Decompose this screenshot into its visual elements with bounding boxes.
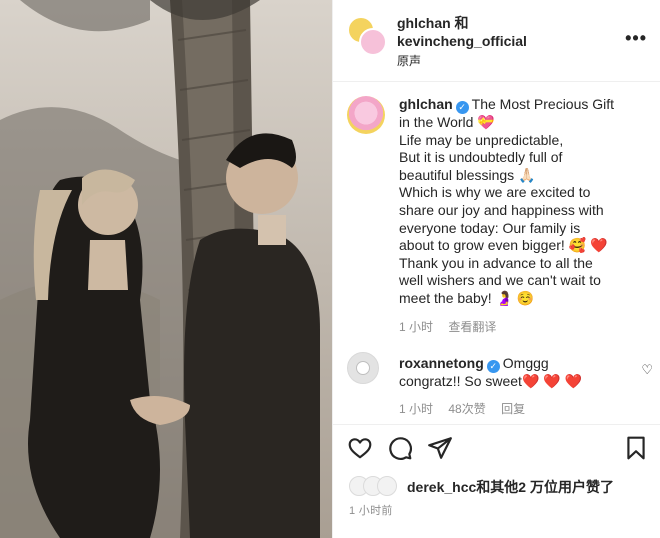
bookmark-icon: [627, 436, 645, 460]
author-line-2[interactable]: kevincheng_official: [397, 32, 527, 50]
reply-button[interactable]: 回复: [501, 402, 525, 416]
caption-line: everyone today: Our family is: [399, 219, 581, 236]
caption-line: share our joy and happiness with: [399, 201, 604, 218]
caption-line: well wishers and we can't wait to: [399, 272, 601, 289]
caption-time[interactable]: 1 小时: [399, 320, 433, 334]
comment-line: congratz!! So sweet❤️ ❤️ ❤️: [399, 373, 583, 389]
share-icon[interactable]: [427, 435, 455, 463]
heart-outline-icon: [348, 438, 372, 459]
caption-meta: 1 小时 查看翻译: [399, 318, 508, 335]
comment-like-icon[interactable]: ♡: [641, 362, 653, 378]
like-icon[interactable]: [347, 435, 375, 463]
verified-badge-icon: ✓: [486, 360, 500, 373]
comment-likes[interactable]: 48次赞: [448, 402, 485, 416]
see-translation-button[interactable]: 查看翻译: [448, 320, 496, 334]
avatar[interactable]: [347, 352, 379, 384]
comment-meta: 1 小时 48次赞 回复: [399, 400, 537, 417]
caption-text: ghlchan ✓ The Most Precious Gift in the Wo…: [399, 96, 649, 308]
audio-label[interactable]: 原声: [397, 52, 421, 69]
paper-plane-icon: [428, 437, 452, 459]
avatar[interactable]: [347, 96, 385, 134]
comment-time[interactable]: 1 小时: [399, 402, 433, 416]
collab-avatars[interactable]: [347, 16, 387, 56]
caption-line: meet the baby! 🤰 ☺️: [399, 289, 535, 306]
caption-line: Which is why we are excited to: [399, 184, 591, 201]
avatar[interactable]: [359, 28, 387, 56]
post-time[interactable]: 1 小时前: [349, 502, 393, 518]
post-side-panel: ghlchan 和 kevincheng_official 原声 ••• ghl…: [332, 0, 660, 538]
comment-line: Omggg: [502, 355, 549, 371]
comment-icon[interactable]: [387, 435, 415, 463]
caption-line: Life may be unpredictable,: [399, 131, 564, 148]
caption-line: about to grow even bigger! 🥰 ❤️: [399, 237, 608, 254]
author-line-1[interactable]: ghlchan 和: [397, 14, 527, 32]
comment-username[interactable]: roxannetong: [399, 355, 484, 371]
post-photo[interactable]: [0, 0, 332, 538]
comment-bubble-icon: [389, 437, 412, 460]
save-icon[interactable]: [623, 435, 651, 463]
caption-line: Thank you in advance to all the: [399, 254, 593, 271]
post-header: ghlchan 和 kevincheng_official 原声 •••: [333, 0, 660, 82]
verified-badge-icon: ✓: [455, 101, 469, 114]
comment-text: roxannetong ✓ Omggg congratz!! So sweet❤️ …: [399, 355, 629, 391]
likes-text[interactable]: derek_hcc和其他2 万位用户赞了: [407, 477, 614, 497]
more-options-icon[interactable]: •••: [625, 28, 647, 49]
caption-line: But it is undoubtedly full of: [399, 149, 563, 166]
caption-line: The Most Precious Gift: [471, 96, 615, 112]
avatar[interactable]: [377, 476, 397, 496]
caption-line: in the World 💝: [399, 114, 495, 130]
caption-username[interactable]: ghlchan: [399, 96, 453, 112]
couple-photo-illustration: [0, 0, 332, 538]
caption-line: beautiful blessings 🙏🏻: [399, 166, 536, 183]
post-authors[interactable]: ghlchan 和 kevincheng_official: [397, 14, 527, 50]
post-actions: [333, 424, 660, 474]
